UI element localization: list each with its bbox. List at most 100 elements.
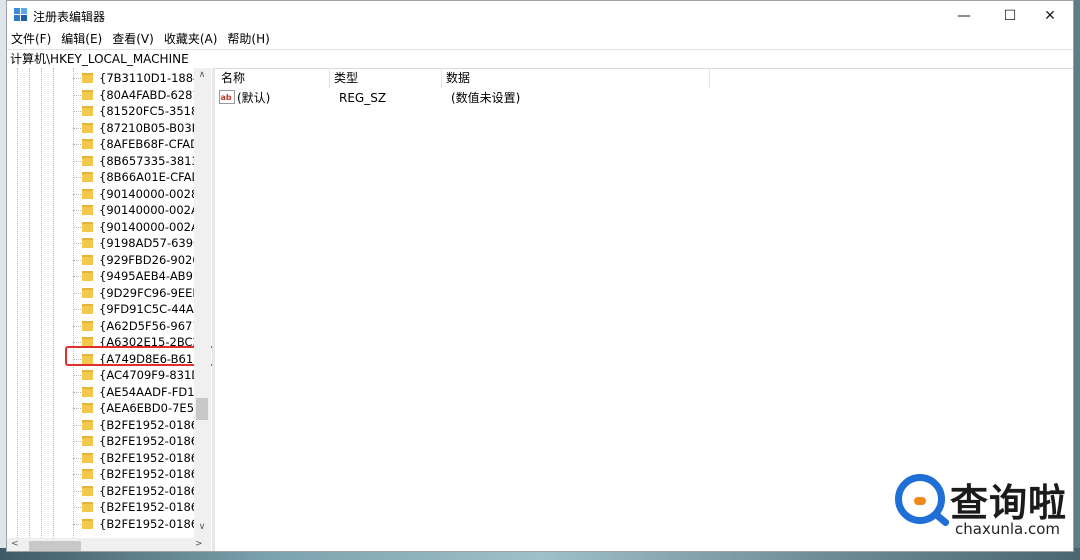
tree-connector (73, 309, 81, 310)
tree-item[interactable]: {9FD91C5C-44AE (7, 301, 197, 317)
tree-item-label: {9D29FC96-9EEE- (99, 285, 195, 300)
folder-icon (82, 469, 93, 479)
maximize-icon: ☐ (1003, 8, 1017, 24)
tree-vertical-scrollbar[interactable]: ∧ ∨ (194, 68, 211, 538)
menu-edit[interactable]: 编辑(E) (56, 31, 107, 49)
column-divider[interactable] (709, 68, 710, 88)
tree-item[interactable]: {B2FE1952-0186- (7, 417, 197, 433)
tree-item[interactable]: {8AFEB68F-CFAD (7, 136, 197, 152)
scroll-down-icon[interactable]: ∨ (196, 522, 208, 536)
tree-item-label: {9495AEB4-AB97- (99, 269, 195, 283)
tree-horizontal-scrollbar[interactable]: < > (7, 538, 211, 551)
tree-item-label: {B2FE1952-0186- (99, 483, 195, 498)
magnifier-icon (895, 474, 945, 524)
tree-item-label: {90140000-002A- (99, 219, 195, 234)
folder-icon (82, 73, 93, 83)
tree-item[interactable]: {AC4709F9-831D (7, 367, 197, 383)
column-header-type[interactable]: 类型 (334, 68, 358, 88)
tree-connector (73, 490, 81, 492)
tree-item[interactable]: {AEA6EBD0-7E59- (7, 400, 197, 416)
column-divider[interactable] (441, 68, 442, 88)
tree-item[interactable]: {90140000-002A- (7, 202, 197, 218)
folder-icon (82, 271, 93, 281)
tree-connector (73, 226, 81, 228)
tree-connector (73, 523, 81, 525)
window-title: 注册表编辑器 (33, 10, 106, 24)
column-header-name[interactable]: 名称 (221, 68, 245, 88)
tree-item-label: {8B66A01E-CFAD (99, 170, 195, 184)
tree-item[interactable]: {B2FE1952-0186- (7, 466, 197, 482)
folder-icon (82, 403, 93, 413)
folder-icon (82, 485, 93, 496)
scroll-thumb[interactable] (196, 398, 208, 420)
regedit-window: 注册表编辑器 — ☐ ✕ 文件(F) 编辑(E) 查看(V) 收藏夹(A) 帮助… (6, 0, 1074, 552)
tree-item[interactable]: {90140000-002A- (7, 219, 197, 235)
tree-item[interactable]: {929FBD26-9020- (7, 252, 197, 268)
tree-item[interactable]: {B2FE1952-0186- (7, 483, 197, 499)
tree-connector (73, 160, 81, 162)
value-name[interactable]: (默认) (237, 90, 270, 106)
tree-item-label: {87210B05-B03F- (99, 120, 195, 135)
tree-item-label: {B2FE1952-0186- (99, 417, 195, 432)
menu-help[interactable]: 帮助(H) (222, 31, 274, 49)
menu-bar: 文件(F) 编辑(E) 查看(V) 收藏夹(A) 帮助(H) (7, 31, 1073, 49)
tree-item[interactable]: {B2FE1952-0186- (7, 433, 197, 449)
tree-connector (73, 424, 81, 426)
tree-connector (73, 259, 81, 261)
tree-item[interactable]: {B2FE1952-0186- (7, 499, 197, 515)
tree-connector (73, 243, 81, 244)
tree-item[interactable]: {8B66A01E-CFAD (7, 169, 197, 185)
tree-item[interactable]: {B2FE1952-0186- (7, 450, 197, 466)
watermark-brand: 查询啦 (950, 481, 1068, 525)
value-type: REG_SZ (339, 91, 387, 105)
tree-item[interactable]: {87210B05-B03F- (7, 120, 197, 136)
tree-item-label: {AE54AADF-FD14 (99, 384, 195, 399)
string-value-icon: ab (219, 90, 235, 104)
scroll-left-icon[interactable]: < (11, 539, 23, 549)
tree-item[interactable]: {A62D5F56-9671- (7, 318, 197, 334)
value-data: (数值未设置) (451, 91, 521, 105)
tree-connector (73, 94, 81, 96)
tree-connector (73, 210, 81, 211)
tree-item-label: {B2FE1952-0186- (99, 434, 195, 448)
menu-favorites[interactable]: 收藏夹(A) (159, 31, 223, 49)
folder-icon (82, 254, 93, 265)
folder-icon (82, 188, 93, 199)
minimize-button[interactable]: — (941, 1, 987, 31)
folder-icon (82, 139, 93, 149)
tree-connector (73, 408, 81, 409)
title-bar[interactable]: 注册表编辑器 — ☐ ✕ (7, 1, 1073, 31)
close-button[interactable]: ✕ (1027, 1, 1073, 31)
folder-icon (82, 238, 93, 248)
tree-connector (73, 127, 81, 129)
tree-item[interactable]: {90140000-0028- (7, 186, 197, 202)
tree-item[interactable]: {8B657335-3813- (7, 153, 197, 169)
minimize-icon: — (957, 8, 971, 24)
folder-icon (82, 304, 93, 314)
tree-item[interactable]: {AE54AADF-FD14 (7, 384, 197, 400)
folder-icon (82, 436, 93, 446)
tree-connector (73, 391, 81, 393)
close-icon: ✕ (1044, 8, 1056, 24)
tree-item-label: {80A4FABD-6281 (99, 87, 195, 102)
tree-item-label: {929FBD26-9020- (99, 252, 195, 267)
tree-item[interactable]: {7B3110D1-1884- (7, 70, 197, 86)
tree-connector (73, 111, 81, 112)
tree-item[interactable]: {9D29FC96-9EEE- (7, 285, 197, 301)
scroll-up-icon[interactable]: ∧ (196, 70, 208, 84)
scroll-right-icon[interactable]: > (195, 539, 207, 549)
column-header-data[interactable]: 数据 (446, 68, 470, 88)
tree-item[interactable]: {9198AD57-6396 (7, 235, 197, 251)
tree-item[interactable]: {80A4FABD-6281 (7, 87, 197, 103)
tree-item[interactable]: {B2FE1952-0186- (7, 516, 197, 532)
address-bar[interactable]: 计算机\HKEY_LOCAL_MACHINE (7, 49, 1073, 69)
menu-view[interactable]: 查看(V) (107, 31, 159, 49)
scroll-thumb[interactable] (29, 541, 81, 551)
column-divider[interactable] (329, 68, 330, 88)
menu-file[interactable]: 文件(F) (7, 31, 56, 49)
tree-item[interactable]: {81520FC5-3518- (7, 103, 197, 119)
tree-item-label: {9FD91C5C-44AE (99, 302, 195, 316)
folder-icon (82, 320, 93, 331)
tree-item[interactable]: {9495AEB4-AB97- (7, 268, 197, 284)
folder-icon (82, 155, 93, 166)
